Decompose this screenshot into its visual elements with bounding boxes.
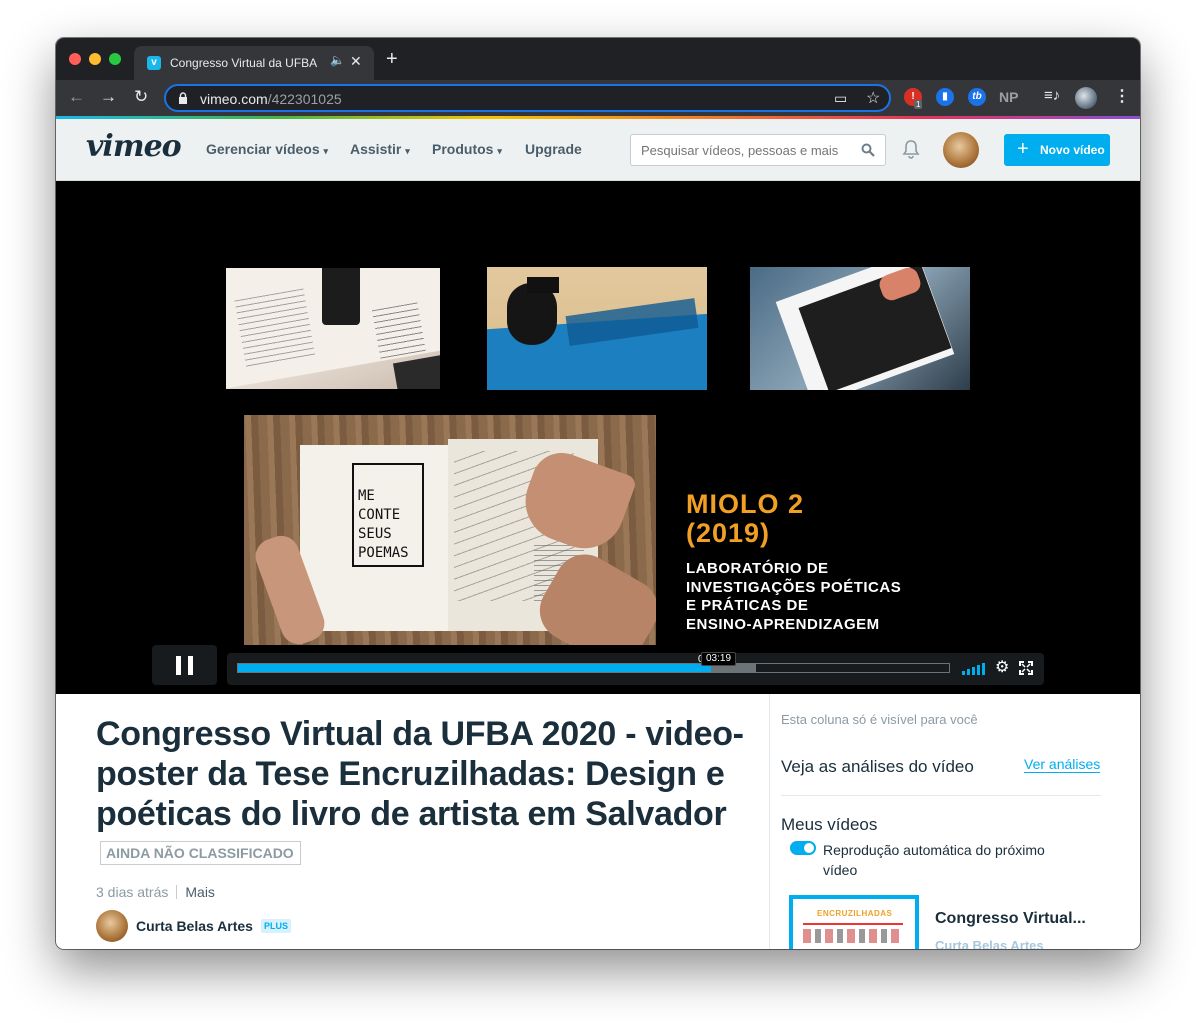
card-thumb-text: ENCRUZILHADAS bbox=[817, 909, 893, 918]
progress-bar[interactable]: 0 03:19 bbox=[237, 652, 950, 673]
speaker-icon[interactable]: 🔈 bbox=[330, 53, 345, 67]
close-icon[interactable]: ✕ bbox=[350, 53, 362, 70]
video-details: Congresso Virtual da UFBA 2020 - video-p… bbox=[56, 694, 1140, 949]
profile-avatar[interactable] bbox=[1075, 87, 1097, 109]
vimeo-header: vimeo Gerenciar vídeos ▾ Assistir ▾ Prod… bbox=[56, 119, 1140, 181]
nav-watch[interactable]: Assistir ▾ bbox=[350, 141, 410, 157]
back-icon[interactable]: ← bbox=[68, 87, 85, 107]
sidebar-note: Esta coluna só é visível para você bbox=[781, 712, 978, 727]
user-avatar[interactable] bbox=[943, 132, 979, 168]
video-card-thumbnail[interactable]: ENCRUZILHADAS bbox=[789, 895, 919, 949]
pause-button[interactable] bbox=[152, 645, 217, 685]
chevron-down-icon: ▾ bbox=[497, 146, 502, 156]
plus-icon[interactable]: + bbox=[386, 49, 398, 69]
minimize-window-button[interactable] bbox=[89, 53, 101, 65]
bell-icon[interactable] bbox=[902, 139, 920, 159]
view-analytics-link[interactable]: Ver análises bbox=[1024, 756, 1101, 773]
search-icon[interactable] bbox=[861, 143, 875, 157]
np-extension-icon[interactable]: NP bbox=[999, 89, 1018, 105]
forward-icon[interactable]: → bbox=[100, 87, 117, 107]
address-bar[interactable]: vimeo.com/422301025 ▭ ☆ bbox=[164, 84, 891, 112]
close-window-button[interactable] bbox=[69, 53, 81, 65]
fullscreen-icon[interactable] bbox=[1019, 661, 1033, 675]
tab-strip: v Congresso Virtual da UFBA 2020 🔈 ✕ + bbox=[56, 38, 1140, 80]
video-card-title[interactable]: Congresso Virtual... bbox=[935, 910, 1086, 928]
author-avatar[interactable] bbox=[96, 910, 128, 942]
browser-window: v Congresso Virtual da UFBA 2020 🔈 ✕ + ←… bbox=[56, 38, 1140, 949]
owner-sidebar: Esta coluna só é visível para você Veja … bbox=[769, 694, 1140, 949]
extension-badge: 1 bbox=[914, 100, 923, 109]
video-frame-thumbnail bbox=[226, 268, 440, 389]
chevron-down-icon: ▾ bbox=[323, 146, 329, 156]
rating-badge: AINDA NÃO CLASSIFICADO bbox=[100, 841, 301, 866]
pause-icon bbox=[188, 656, 193, 675]
video-player[interactable]: ME CONTE SEUS POEMAS MIOLO 2 (2019) LABO… bbox=[56, 181, 1140, 694]
overlay-subtitle: LABORATÓRIO DE INVESTIGAÇÕES POÉTICAS E … bbox=[686, 560, 902, 633]
overlay-title: MIOLO 2 (2019) bbox=[686, 489, 805, 548]
author-name[interactable]: Curta Belas Artes bbox=[136, 918, 253, 934]
more-link[interactable]: Mais bbox=[185, 884, 215, 900]
video-frame-thumbnail bbox=[487, 267, 707, 390]
gear-icon[interactable]: ⚙ bbox=[995, 660, 1009, 676]
book-text: ME CONTE SEUS POEMAS bbox=[358, 488, 409, 561]
tb-extension-icon[interactable]: tb bbox=[968, 88, 986, 106]
my-videos-heading: Meus vídeos bbox=[781, 815, 878, 834]
media-control-icon[interactable]: ≡♪ bbox=[1044, 87, 1060, 104]
zoom-window-button[interactable] bbox=[109, 53, 121, 65]
divider bbox=[781, 795, 1101, 796]
nav-products[interactable]: Produtos ▾ bbox=[432, 141, 502, 157]
video-meta: 3 dias atrás Mais bbox=[96, 884, 215, 900]
autoplay-toggle[interactable] bbox=[790, 841, 816, 855]
browser-toolbar: ← → ↻ vimeo.com/422301025 ▭ ☆ ! 1 ▮ tb N… bbox=[56, 80, 1140, 116]
search-input[interactable] bbox=[639, 141, 851, 159]
star-icon[interactable]: ☆ bbox=[866, 88, 880, 108]
video-main-frame: ME CONTE SEUS POEMAS bbox=[244, 415, 656, 645]
plus-badge: PLUS bbox=[261, 919, 292, 933]
search-box[interactable] bbox=[630, 134, 886, 166]
browser-tab[interactable]: v Congresso Virtual da UFBA 2020 🔈 ✕ bbox=[134, 46, 374, 80]
hover-time-tooltip: 03:19 bbox=[701, 652, 737, 666]
url-text: vimeo.com/422301025 bbox=[200, 91, 342, 107]
video-frame-thumbnail bbox=[750, 267, 970, 390]
nav-upgrade[interactable]: Upgrade bbox=[525, 141, 582, 157]
nav-manage-videos[interactable]: Gerenciar vídeos ▾ bbox=[206, 141, 328, 157]
video-card-author[interactable]: Curta Belas Artes bbox=[935, 938, 1044, 949]
pause-icon bbox=[176, 656, 181, 675]
volume-icon[interactable] bbox=[962, 663, 986, 675]
vimeo-logo[interactable]: vimeo bbox=[86, 129, 182, 164]
chevron-down-icon: ▾ bbox=[405, 146, 410, 156]
reload-icon[interactable]: ↻ bbox=[134, 87, 148, 107]
new-video-button[interactable]: + Novo vídeo bbox=[1004, 134, 1110, 166]
vimeo-favicon-icon: v bbox=[147, 56, 161, 70]
autoplay-label: Reprodução automática do próximo vídeo bbox=[823, 842, 1045, 878]
tab-title: Congresso Virtual da UFBA 2020 bbox=[170, 56, 320, 70]
analytics-heading: Veja as análises do vídeo bbox=[781, 757, 974, 776]
player-controls: 0 03:19 ⚙ bbox=[227, 652, 1044, 685]
video-title: Congresso Virtual da UFBA 2020 - video-p… bbox=[96, 714, 746, 874]
progress-played bbox=[238, 664, 711, 672]
cast-icon[interactable]: ▭ bbox=[834, 90, 847, 107]
bookmark-extension-icon[interactable]: ▮ bbox=[936, 88, 954, 106]
lock-icon bbox=[179, 92, 187, 104]
more-menu-icon[interactable]: ⋮ bbox=[1114, 86, 1130, 106]
plus-icon: + bbox=[1017, 138, 1029, 160]
